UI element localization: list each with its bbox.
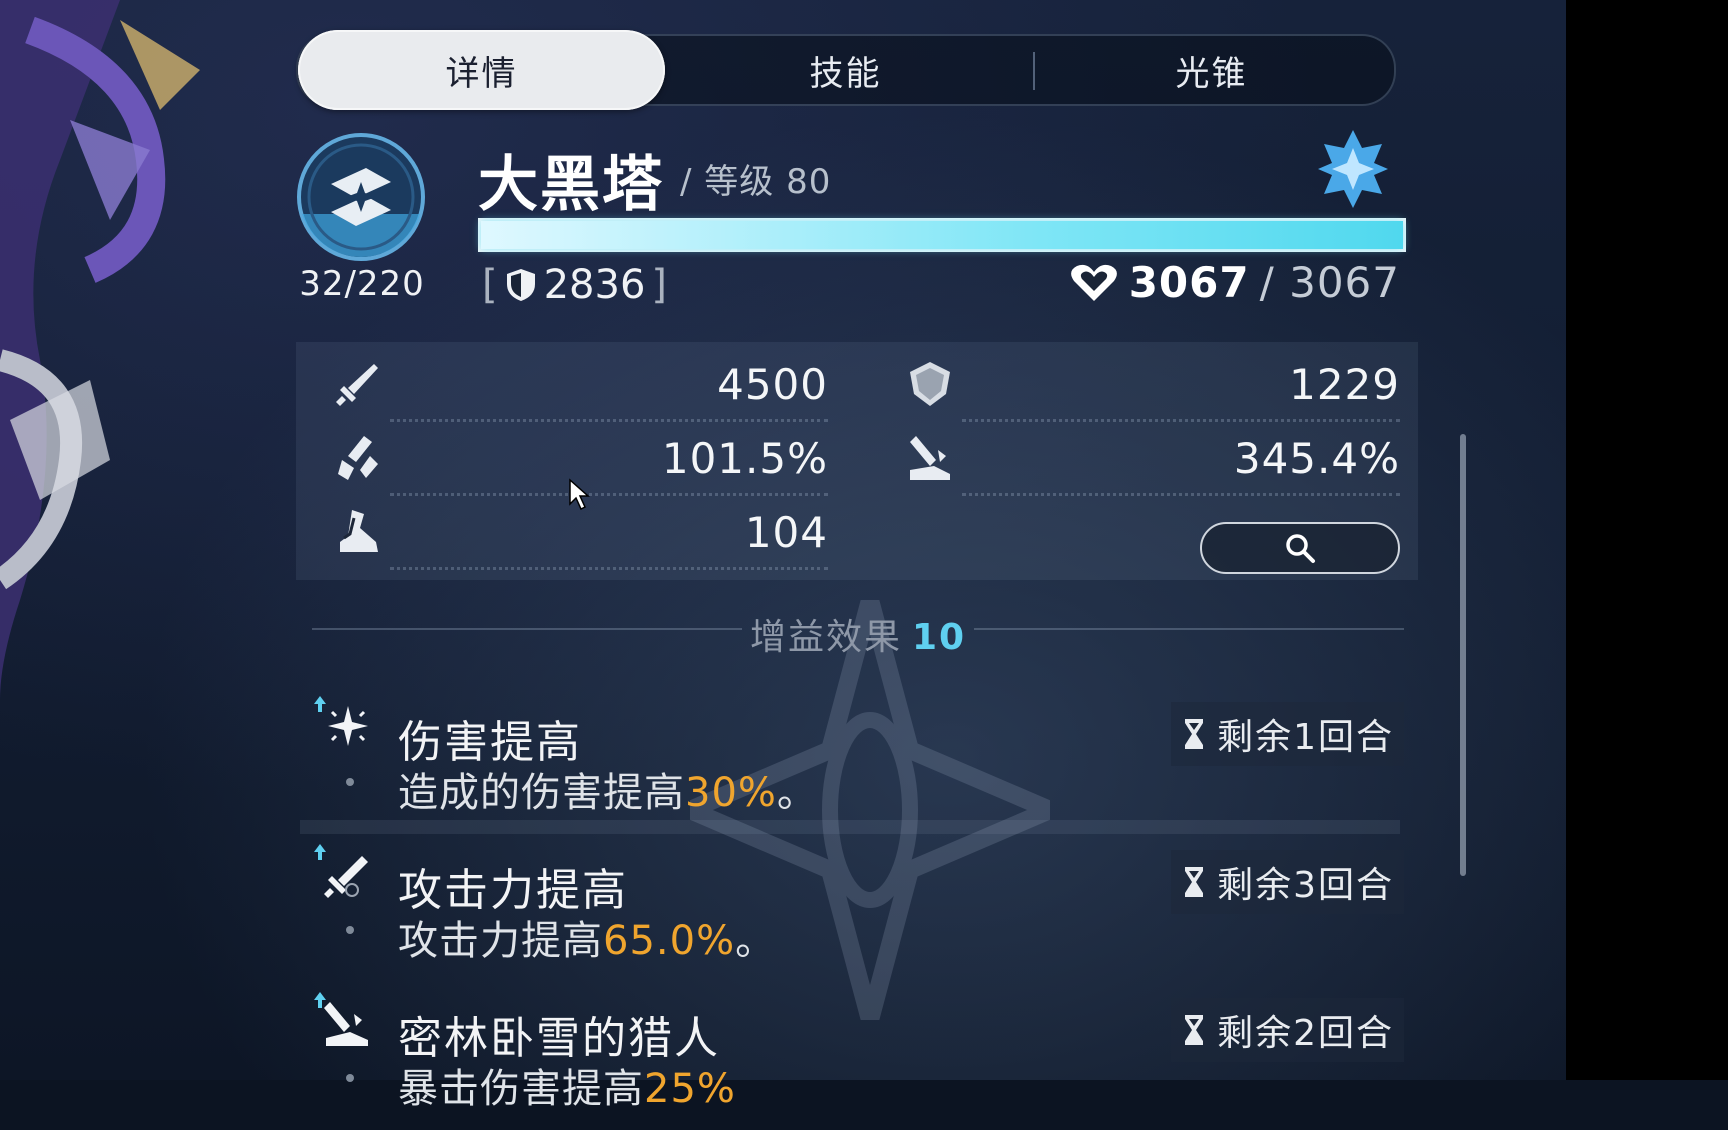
hourglass-icon (1185, 719, 1204, 749)
buff-description: 攻击力提高65.0%。 (398, 908, 776, 966)
buff-desc-suffix: 。 (735, 918, 777, 964)
stat-def: 1229 (906, 354, 1400, 422)
search-icon (1286, 534, 1315, 563)
hourglass-icon (1185, 1015, 1204, 1045)
buff-item[interactable]: 密林卧雪的猎人 暴击伤害提高25% 剩余2回合 (312, 990, 1404, 1130)
bullet-dot (346, 778, 354, 786)
stat-divider (390, 567, 828, 570)
crit-dmg-icon (910, 436, 950, 480)
stat-crit-dmg: 345.4% (906, 428, 1400, 496)
character-level: / 等级 80 (680, 162, 832, 202)
buff-description: 造成的伤害提高30%。 (398, 760, 818, 818)
shield-value: 2836 (543, 262, 646, 308)
hp-current: 3067 (1128, 258, 1250, 307)
stat-def-value: 1229 (1289, 360, 1400, 409)
crit-dmg-boost-icon (314, 992, 368, 1046)
hp-max: / 3067 (1259, 258, 1400, 307)
buff-turns-text: 剩余2回合 (1217, 1013, 1394, 1054)
atk-sword-icon (336, 364, 378, 406)
energy-counter: 32/220 (299, 264, 425, 304)
buff-section-header: 增益效果 10 (312, 608, 1404, 658)
stat-atk-value: 4500 (717, 360, 828, 409)
mouse-cursor-icon (569, 478, 590, 511)
stat-atk: 4500 (334, 354, 828, 422)
buff-desc-value: 30% (685, 770, 777, 816)
bullet-dot (346, 1074, 354, 1082)
buff-desc-text: 造成的伤害提高 (398, 770, 685, 816)
buff-desc-value: 65.0% (603, 918, 736, 964)
shield-icon (506, 269, 535, 301)
character-name: 大黑塔 (478, 150, 664, 220)
bracket-right: ] (651, 262, 668, 308)
erudition-path-icon[interactable] (296, 132, 426, 262)
buff-turns-text: 剩余3回合 (1217, 865, 1394, 906)
buff-list-scrollbar[interactable] (1460, 434, 1466, 876)
ice-element-icon (1318, 130, 1388, 208)
stat-divider (962, 493, 1400, 496)
hp-display: 3067 / 3067 (1069, 258, 1400, 307)
def-shield-icon (910, 362, 950, 406)
heart-icon (1070, 264, 1117, 301)
buff-desc-suffix: 。 (776, 770, 818, 816)
tab-light-cone[interactable]: 光锥 (1029, 36, 1394, 104)
tab-details[interactable]: 详情 (298, 30, 665, 110)
hp-bar-fill (481, 221, 1403, 249)
stat-divider (962, 419, 1400, 422)
buff-section-title-wrap: 增益效果 10 (312, 608, 1404, 660)
bullet-dot (346, 926, 354, 934)
shield-display: [ 2836 ] (482, 262, 667, 308)
stat-divider (390, 419, 828, 422)
buff-count: 10 (911, 617, 967, 658)
bracket-left: [ (482, 262, 498, 308)
stat-divider (390, 493, 828, 496)
stat-details-button[interactable] (1200, 522, 1400, 574)
buff-item[interactable]: 攻击力提高 攻击力提高65.0%。 剩余3回合 (312, 842, 1404, 982)
stat-speed-value: 104 (744, 508, 828, 557)
tab-skills[interactable]: 技能 (663, 36, 1028, 104)
buff-separator (300, 820, 1400, 834)
buff-desc-text: 暴击伤害提高 (398, 1066, 644, 1112)
buff-desc-text: 攻击力提高 (398, 918, 603, 964)
hourglass-icon (1185, 867, 1204, 897)
buff-duration: 剩余3回合 (1171, 850, 1404, 914)
buff-desc-value: 25% (644, 1066, 736, 1112)
buff-section-title: 增益效果 (749, 617, 902, 658)
stat-crit-rate-value: 101.5% (661, 434, 828, 483)
buff-turns-text: 剩余1回合 (1217, 717, 1394, 758)
stat-crit-dmg-value: 345.4% (1233, 434, 1400, 483)
atk-boost-sword-icon (314, 844, 368, 898)
right-black-region (1566, 0, 1728, 1080)
buff-description: 暴击伤害提高25% (398, 1056, 736, 1114)
buff-duration: 剩余1回合 (1171, 702, 1404, 766)
buff-item[interactable]: 伤害提高 造成的伤害提高30%。 剩余1回合 (312, 694, 1404, 834)
dmg-boost-star-icon (314, 696, 368, 746)
tab-bar: 详情 技能 光锥 (296, 30, 1396, 110)
buff-duration: 剩余2回合 (1171, 998, 1404, 1062)
hp-bar (478, 218, 1406, 252)
crit-rate-icon (338, 436, 378, 480)
character-art (0, 0, 200, 700)
speed-boot-icon (340, 510, 378, 552)
